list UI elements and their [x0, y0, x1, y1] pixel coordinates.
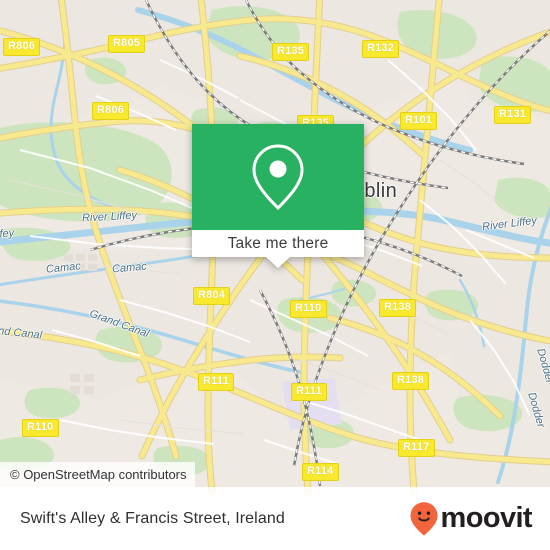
footer-bar: Swift's Alley & Francis Street, Ireland …	[0, 487, 550, 550]
moovit-wordmark: moovit	[440, 502, 533, 534]
moovit-logo[interactable]: moovit	[409, 501, 533, 537]
road-shield-r131[interactable]: R131	[494, 106, 532, 124]
road-shield-r806-nw[interactable]: R806	[3, 38, 41, 56]
osm-attribution[interactable]: © OpenStreetMap contributors	[0, 462, 195, 487]
location-popup-card[interactable]: Take me there	[192, 124, 364, 268]
road-shield-r806-w[interactable]: R806	[92, 102, 130, 120]
road-shield-r804[interactable]: R804	[193, 287, 231, 305]
road-shield-r805[interactable]: R805	[108, 35, 146, 53]
road-shield-r132[interactable]: R132	[362, 40, 400, 58]
road-shield-r111-c[interactable]: R111	[291, 383, 327, 401]
road-shield-r135-n[interactable]: R135	[272, 43, 310, 61]
road-shield-r110-c[interactable]: R110	[290, 300, 327, 318]
map-pin-icon	[252, 144, 304, 211]
take-me-there-label: Take me there	[227, 234, 329, 252]
map-canvas[interactable]: Dublin River Liffey iffey River Liffey C…	[0, 0, 550, 487]
popup-header	[192, 124, 364, 230]
road-shield-r110-sw[interactable]: R110	[22, 419, 59, 437]
road-shield-r117[interactable]: R117	[398, 439, 435, 457]
road-shield-r101[interactable]: R101	[400, 112, 438, 130]
popup-action-bar[interactable]: Take me there	[192, 230, 364, 257]
road-shield-r111-w[interactable]: R111	[198, 373, 234, 391]
water-label-liffey-clipped: iffey	[0, 227, 15, 241]
road-shield-r138-s[interactable]: R138	[392, 372, 430, 390]
popup-pointer-tail	[266, 257, 290, 268]
osm-attribution-text: © OpenStreetMap contributors	[10, 467, 187, 482]
location-title: Swift's Alley & Francis Street, Ireland	[20, 509, 285, 527]
moovit-smiley-pin-icon	[410, 501, 438, 536]
road-shield-r114[interactable]: R114	[302, 463, 339, 481]
road-shield-r138-n[interactable]: R138	[379, 299, 417, 317]
